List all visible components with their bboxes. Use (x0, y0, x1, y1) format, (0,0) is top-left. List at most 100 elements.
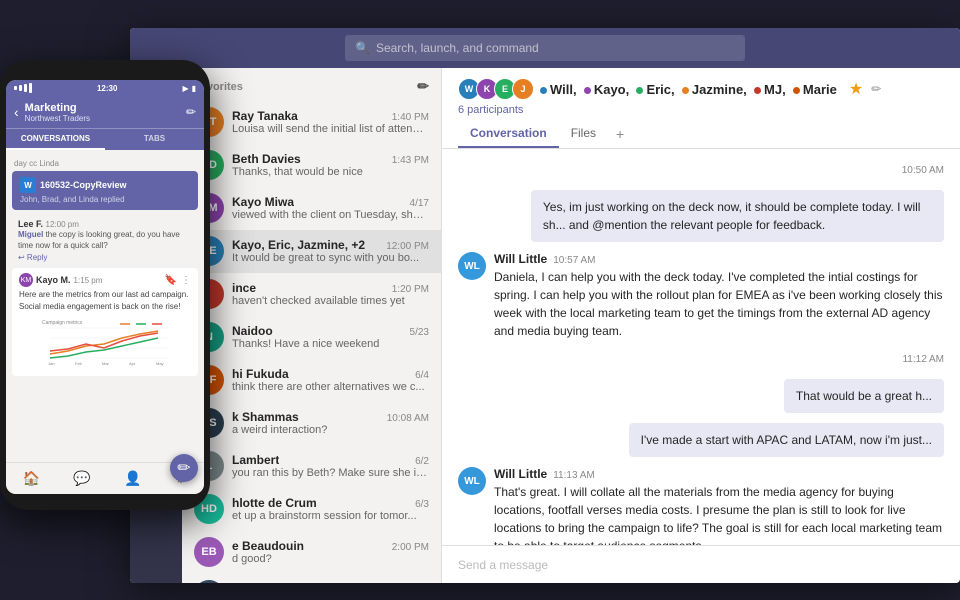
phone-header-text: Marketing Northwest Traders (25, 102, 90, 123)
phone-kayo-msg[interactable]: KM Kayo M. 1:15 pm 🔖 ⋮ Here are the metr… (12, 268, 198, 375)
contact-item[interactable]: KE Kayo, Eric, Jazmine, +2 12:00 PM It w… (182, 230, 441, 273)
avatar-jazmine: J (512, 78, 534, 100)
contact-info: Ray Tanaka 1:40 PM Louisa will send the … (232, 109, 429, 135)
bookmark-icon[interactable]: 🔖 (165, 275, 177, 286)
contact-info: Lambert 6/2 you ran this by Beth? Make s… (232, 453, 429, 479)
file-reply-info: John, Brad, and Linda replied (20, 195, 190, 204)
timestamp-1112: 11:12 AM (458, 354, 944, 365)
contact-info: e Beaudouin 2:00 PM d good? (232, 539, 429, 565)
phone-fab-button[interactable]: ✏ (170, 454, 198, 482)
contact-name-row: ince 1:20 PM (232, 281, 429, 295)
star-icon[interactable]: ★ (849, 79, 863, 99)
tab-files[interactable]: Files (559, 120, 608, 148)
contact-item[interactable]: EB e Beaudouin 2:00 PM d good? (182, 531, 441, 574)
message-input-bar[interactable]: Send a message (442, 545, 960, 583)
contact-info: hi Fukuda 6/4 think there are other alte… (232, 367, 429, 393)
tab-conversations[interactable]: CONVERSATIONS (6, 129, 105, 150)
chat-nav-icon[interactable]: 💬 (73, 470, 90, 487)
contact-info: hlotte de Crum 6/3 et up a brainstorm se… (232, 496, 429, 522)
wifi-icon: ▶ (182, 84, 188, 93)
avatar-will-little-2: WL (458, 467, 486, 495)
svg-text:Campaign metrics: Campaign metrics (42, 320, 83, 326)
contacts-sidebar: Favorites ✏ RT Ray Tanaka 1:40 PM Louisa… (182, 68, 442, 583)
contact-item[interactable]: BD Beth Davies 1:43 PM Thanks, that woul… (182, 144, 441, 187)
phone-chat-lee[interactable]: Lee F. 12:00 pm Miguel the copy is looki… (12, 214, 198, 268)
contact-name: Ray Tanaka (232, 109, 298, 123)
phone-file-item[interactable]: W 160532-CopyReview John, Brad, and Lind… (12, 171, 198, 210)
contact-item[interactable]: KM Kayo Miwa 4/17 viewed with the client… (182, 187, 441, 230)
chat-panel: W K E J Will, Kayo, Eric, Jazmine, MJ, M… (442, 68, 960, 583)
contact-name-row: Kayo Miwa 4/17 (232, 195, 429, 209)
people-icon[interactable]: 👤 (124, 470, 141, 487)
participants-row: W K E J Will, Kayo, Eric, Jazmine, MJ, M… (458, 78, 944, 100)
bubble-right-3: I've made a start with APAC and LATAM, n… (629, 423, 944, 457)
contact-info: Beth Davies 1:43 PM Thanks, that would b… (232, 152, 429, 178)
contact-name-row: Naidoo 5/23 (232, 324, 429, 338)
more-icon[interactable]: ⋮ (181, 275, 191, 286)
reply-button[interactable]: ↩ Reply (18, 253, 192, 262)
signal-bar-2 (19, 85, 22, 91)
lee-time: 12:00 pm (46, 220, 79, 229)
file-item-row: W 160532-CopyReview (20, 177, 190, 193)
contact-preview: Thanks! Have a nice weekend (232, 338, 429, 350)
contact-info: ince 1:20 PM haven't checked available t… (232, 281, 429, 307)
msg-will-content: Will Little 10:57 AM Daniela, I can help… (494, 252, 944, 340)
edit-icon[interactable]: ✏ (871, 82, 881, 96)
contact-name-row: hi Fukuda 6/4 (232, 367, 429, 381)
msg-time-will: 10:57 AM (553, 255, 595, 266)
contact-name-row: Beth Davies 1:43 PM (232, 152, 429, 166)
contact-item[interactable]: L Lambert 6/2 you ran this by Beth? Make… (182, 445, 441, 488)
msg-will-1113: WL Will Little 11:13 AM That's great. I … (458, 467, 944, 545)
search-bar[interactable]: 🔍 Search, launch, and command (345, 35, 745, 61)
battery-icon: ▮ (192, 84, 196, 93)
contact-item[interactable]: I ince 1:20 PM haven't checked available… (182, 273, 441, 316)
phone-signal (14, 83, 32, 93)
msg-will-1057: WL Will Little 10:57 AM Daniela, I can h… (458, 252, 944, 340)
msg-text-will-2: That's great. I will collate all the mat… (494, 483, 944, 545)
msg-sender-row-2: Will Little 11:13 AM (494, 467, 944, 481)
top-bar: 🔍 Search, launch, and command (130, 28, 960, 68)
tab-tabs[interactable]: TABS (105, 129, 204, 150)
dot-marie (793, 87, 800, 94)
phone-title: Marketing (25, 102, 90, 114)
lee-text: Miguel the copy is looking great, do you… (18, 229, 192, 251)
contact-preview: d good? (232, 553, 429, 565)
dot-mj (754, 87, 761, 94)
svg-text:Apr: Apr (129, 361, 136, 366)
home-icon[interactable]: 🏠 (23, 470, 40, 487)
contact-name: Kayo, Eric, Jazmine, +2 (232, 238, 365, 252)
contact-preview: viewed with the client on Tuesday, she h… (232, 209, 429, 221)
contact-item[interactable]: HD hlotte de Crum 6/3 et up a brainstorm… (182, 488, 441, 531)
compose-icon[interactable]: ✏ (417, 78, 429, 95)
lee-sender: Lee F. 12:00 pm (18, 219, 79, 229)
contact-name-row: Lambert 6/2 (232, 453, 429, 467)
contacts-list: RT Ray Tanaka 1:40 PM Louisa will send t… (182, 101, 441, 583)
contact-item[interactable]: KS k Shammas 10:08 AM a weird interactio… (182, 402, 441, 445)
dot-will (540, 87, 547, 94)
edit-chat-icon[interactable]: ✏ (186, 105, 196, 119)
contact-preview: It would be great to sync with you bo... (232, 252, 429, 264)
kayo-icons: 🔖 ⋮ (165, 275, 191, 286)
participants-count: 6 participants (458, 104, 944, 116)
tab-conversation[interactable]: Conversation (458, 120, 559, 148)
contact-item[interactable]: HA hlotte and Babak 1:58 PM d the client… (182, 574, 441, 583)
contact-preview: you ran this by Beth? Make sure she is..… (232, 467, 429, 479)
contact-item[interactable]: HF hi Fukuda 6/4 think there are other a… (182, 359, 441, 402)
contact-item[interactable]: RT Ray Tanaka 1:40 PM Louisa will send t… (182, 101, 441, 144)
contact-name-row: k Shammas 10:08 AM (232, 410, 429, 424)
tab-add[interactable]: + (608, 120, 632, 148)
contact-info: hlotte and Babak 1:58 PM d the client to… (232, 582, 429, 583)
main-content: 🔔 Activity 2 💬 Chat 1 👥 Teams 1 Favorite… (130, 68, 960, 583)
svg-text:Feb: Feb (75, 361, 83, 366)
phone-time: 12:30 (97, 84, 117, 93)
send-message-placeholder: Send a message (458, 558, 548, 572)
contact-name: hlotte and Babak (232, 582, 329, 583)
contacts-header: Favorites ✏ (182, 68, 441, 101)
signal-bar-4 (29, 83, 32, 93)
back-button[interactable]: ‹ (14, 104, 19, 120)
lee-header: Lee F. 12:00 pm (18, 219, 192, 229)
contact-item[interactable]: N Naidoo 5/23 Thanks! Have a nice weeken… (182, 316, 441, 359)
phone-body: 12:30 ▶ ▮ ‹ Marketing Northwest Traders … (0, 60, 210, 510)
contact-preview: Thanks, that would be nice (232, 166, 429, 178)
contact-name: ince (232, 281, 256, 295)
